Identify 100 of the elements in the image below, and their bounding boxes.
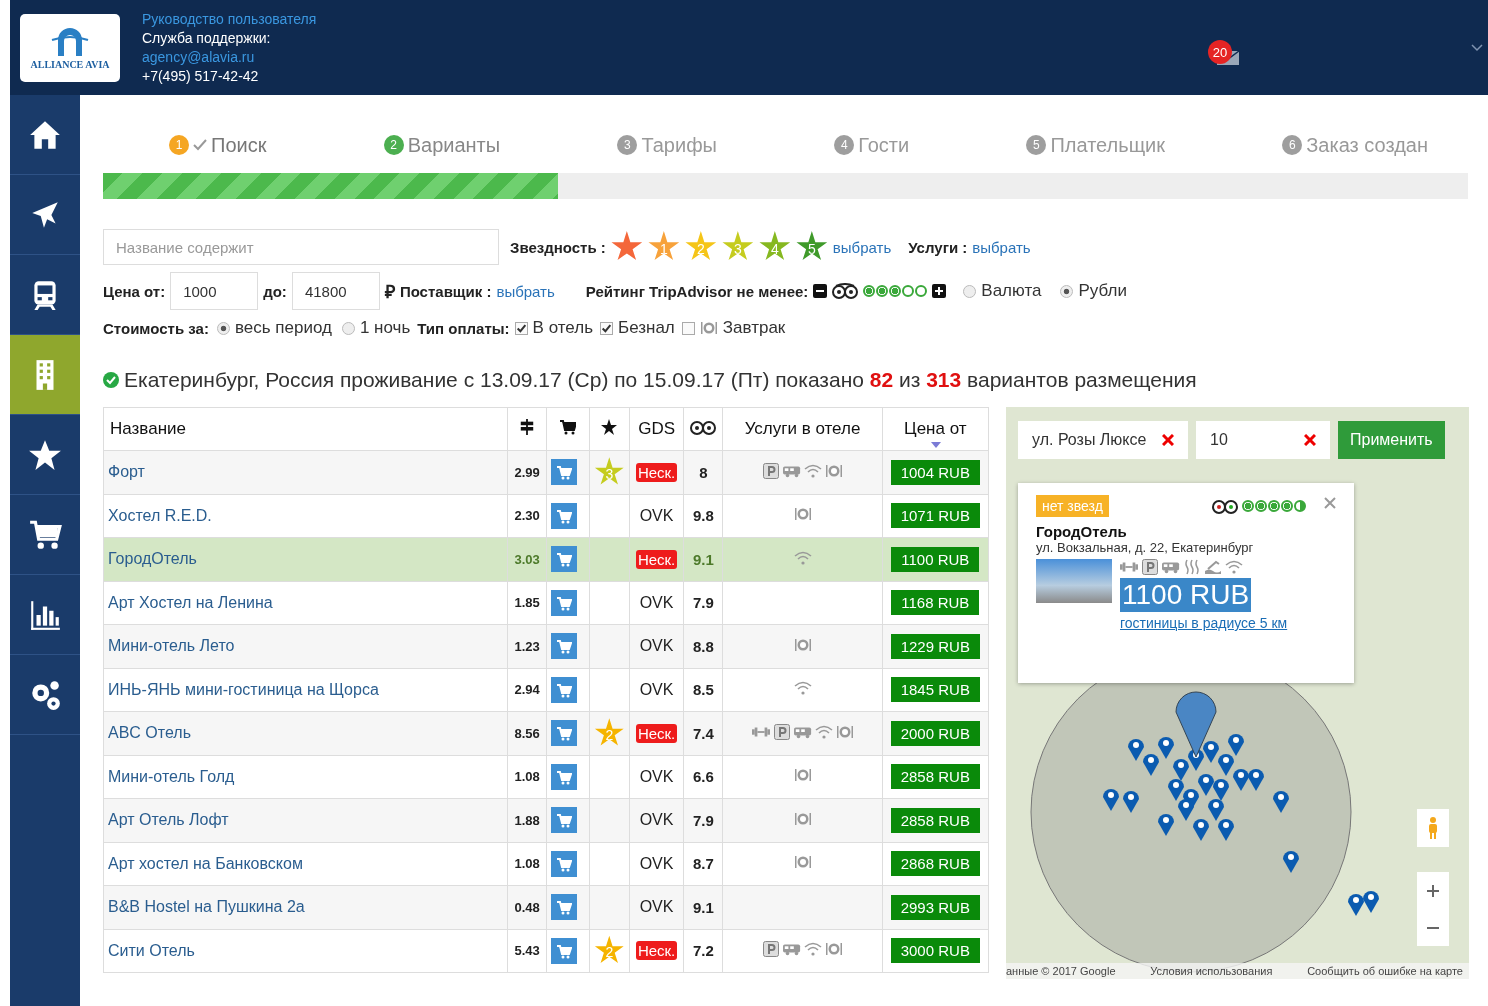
hotel-name-link[interactable]: Мини-отель Лето <box>108 637 235 655</box>
map-pin-icon[interactable] <box>1103 789 1119 811</box>
hotel-name-link[interactable]: Мини-отель Голд <box>108 767 235 785</box>
price-badge[interactable]: 2868 RUB <box>890 851 980 877</box>
column-header[interactable]: Название <box>103 407 508 451</box>
hotel-name-link[interactable]: Арт хостел на Банковском <box>108 854 303 872</box>
select-link[interactable]: выбрать <box>832 238 892 256</box>
minus-icon[interactable] <box>813 284 828 298</box>
caret-icon[interactable] <box>1471 44 1483 52</box>
hotel-name-link[interactable]: ГородОтель <box>108 550 197 568</box>
map-pin-icon[interactable] <box>1203 741 1219 763</box>
price-badge[interactable]: 1100 RUB <box>891 546 980 572</box>
map-pin-icon[interactable] <box>1228 734 1244 756</box>
hotel-row[interactable]: ИНЬ-ЯНЬ мини-гостиница на Щорса 2.94 OVK 8.5 1845 RUB <box>103 668 989 712</box>
clear-icon[interactable] <box>1162 434 1174 446</box>
hotel-name-link[interactable]: Сити Отель <box>108 941 195 959</box>
apply-button[interactable]: Применить <box>1338 421 1445 459</box>
column-header[interactable] <box>546 407 590 451</box>
add-to-cart-button[interactable] <box>551 894 578 921</box>
price-badge[interactable]: 1004 RUB <box>890 459 980 485</box>
name-search-field[interactable]: Название содержит <box>103 229 499 265</box>
logo[interactable]: ALLIANCE AVIA <box>20 13 120 82</box>
clear-icon[interactable] <box>1304 434 1316 446</box>
column-header[interactable] <box>507 407 547 451</box>
price-badge[interactable]: 1845 RUB <box>890 677 980 703</box>
mail-button[interactable]: 20 <box>1200 38 1250 72</box>
hotel-name-link[interactable]: ABC Отель <box>108 724 191 742</box>
radio-button[interactable] <box>963 284 977 298</box>
map-pin-icon[interactable] <box>1198 774 1214 796</box>
add-to-cart-button[interactable] <box>551 459 578 486</box>
hotel-row[interactable]: Мини-отель Голд 1.08 OVK 6.6 2858 RUB <box>103 755 989 799</box>
map-pin-icon[interactable] <box>1348 894 1364 916</box>
map-pin-icon[interactable] <box>1173 759 1189 781</box>
map-pin-icon[interactable] <box>1158 814 1174 836</box>
map-pin-icon[interactable] <box>1283 851 1299 873</box>
map-pin-icon[interactable] <box>1218 754 1234 776</box>
hotel-name-link[interactable]: Хостел R.E.D. <box>108 506 212 524</box>
add-to-cart-button[interactable] <box>551 502 578 529</box>
hotel-row[interactable]: B&B Hostel на Пушкина 2а 0.48 OVK 9.1 2993 RUB <box>103 885 989 929</box>
map-pin-icon[interactable] <box>1218 819 1234 841</box>
hotel-row[interactable]: Мини-отель Лето 1.23 OVK 8.8 1229 RUB <box>103 624 989 668</box>
hotel-name-link[interactable]: Форт <box>108 463 145 481</box>
map-placeholder[interactable]: ул. Розы Люксе 10 Применить нет звезд ГородОтель ул. Вокзальная, д. 22, Екатеринбург 1100 RUB гостиницы в радиусе 5 км анные © 2017 Google Условия использования Сообщить об ошибке на карте <box>1006 407 1469 979</box>
map-footer-link[interactable]: Условия использования <box>1150 965 1273 977</box>
close-icon[interactable] <box>1324 497 1336 509</box>
column-header[interactable]: Услуги в отеле <box>722 407 883 451</box>
map-pin-icon[interactable] <box>1128 739 1144 761</box>
radius-field[interactable]: 10 <box>1196 421 1330 459</box>
checkbox[interactable] <box>600 321 613 335</box>
header-link[interactable]: agency@alavia.ru <box>142 47 255 67</box>
price-badge[interactable]: 1168 RUB <box>891 590 980 616</box>
column-header[interactable] <box>589 407 630 451</box>
selected-pin-icon[interactable] <box>1175 691 1217 758</box>
map-pin-icon[interactable] <box>1208 799 1224 821</box>
nearby-hotels-link[interactable]: гостиницы в радиусе 5 км <box>1120 615 1288 631</box>
map-pin-icon[interactable] <box>1193 819 1209 841</box>
map-pin-icon[interactable] <box>1363 891 1379 913</box>
map-pin-icon[interactable] <box>1213 779 1229 801</box>
address-field[interactable]: ул. Розы Люксе <box>1018 421 1188 459</box>
hotel-row[interactable]: Арт Отель Лофт 1.88 OVK 7.9 2858 RUB <box>103 798 989 842</box>
add-to-cart-button[interactable] <box>551 763 578 790</box>
price-badge[interactable]: 2993 RUB <box>890 894 980 920</box>
hotel-row[interactable]: Сити Отель 5.43 2 Неск. 7.2 3000 RUB <box>103 929 989 973</box>
add-to-cart-button[interactable] <box>551 937 578 964</box>
add-to-cart-button[interactable] <box>551 546 578 573</box>
add-to-cart-button[interactable] <box>551 807 578 834</box>
checkbox[interactable] <box>681 321 695 335</box>
hotel-row[interactable]: ГородОтель 3.03 Неск. 9.1 1100 RUB <box>103 537 989 581</box>
map-pin-icon[interactable] <box>1143 754 1159 776</box>
radio-button[interactable] <box>1060 284 1074 298</box>
select-link[interactable]: выбрать <box>972 238 1031 256</box>
map-footer-link[interactable]: Сообщить об ошибке на карте <box>1307 965 1463 977</box>
price-from-field[interactable]: 1000 <box>170 272 259 310</box>
map-pin-icon[interactable] <box>1168 779 1184 801</box>
map-pin-icon[interactable] <box>1233 769 1249 791</box>
hotel-row[interactable]: Форт 2.99 3 Неск. 8 1004 RUB <box>103 450 989 494</box>
hotel-row[interactable]: Хостел R.E.D. 2.30 OVK 9.8 1071 RUB <box>103 494 989 538</box>
radio-button[interactable] <box>341 321 355 335</box>
add-to-cart-button[interactable] <box>551 850 578 877</box>
column-header[interactable]: GDS <box>629 407 684 451</box>
price-to-field[interactable]: 41800 <box>291 272 380 310</box>
add-to-cart-button[interactable] <box>551 720 578 747</box>
hotel-name-link[interactable]: B&B Hostel на Пушкина 2а <box>108 898 305 916</box>
hotel-name-link[interactable]: Арт Хостел на Ленина <box>108 593 273 611</box>
hotel-row[interactable]: Арт хостел на Банковском 1.08 OVK 8.7 2868 RUB <box>103 842 989 886</box>
header-link[interactable]: Руководство пользователя <box>142 9 317 29</box>
column-header[interactable] <box>683 407 723 451</box>
price-badge[interactable]: 1071 RUB <box>890 503 980 529</box>
price-badge[interactable]: 2858 RUB <box>890 764 980 790</box>
price-badge[interactable]: 3000 RUB <box>890 938 980 964</box>
add-to-cart-button[interactable] <box>551 633 578 660</box>
plus-icon[interactable] <box>932 284 947 298</box>
add-to-cart-button[interactable] <box>551 589 578 616</box>
select-link[interactable]: выбрать <box>496 282 555 300</box>
map-pin-icon[interactable] <box>1248 769 1264 791</box>
map-pin-icon[interactable] <box>1178 799 1194 821</box>
map-pin-icon[interactable] <box>1123 791 1139 813</box>
add-to-cart-button[interactable] <box>551 676 578 703</box>
map-pin-icon[interactable] <box>1158 737 1174 759</box>
checkbox[interactable] <box>514 321 528 335</box>
